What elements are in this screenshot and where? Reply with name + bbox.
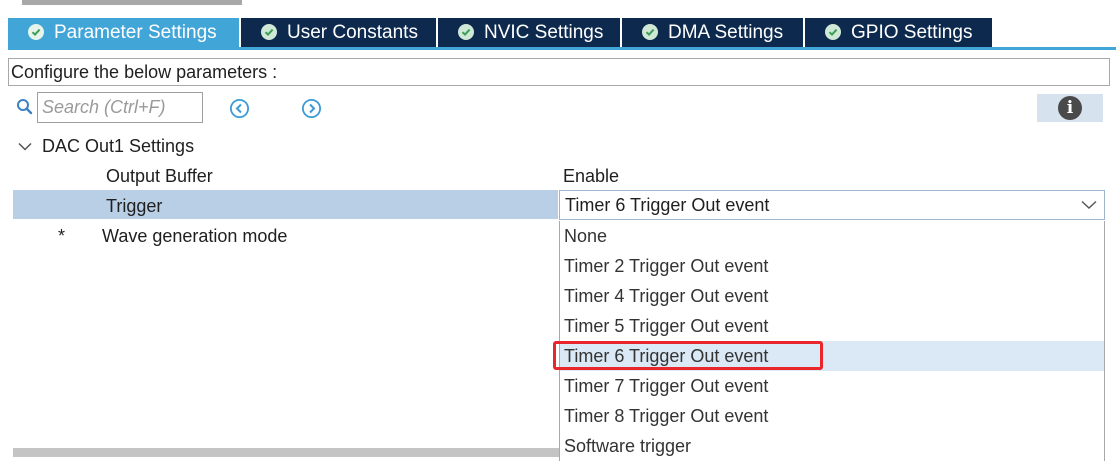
group-dac-out1-settings[interactable]: DAC Out1 Settings xyxy=(18,134,194,158)
dropdown-option[interactable]: Timer 7 Trigger Out event xyxy=(560,371,1104,401)
check-circle-icon xyxy=(458,24,474,40)
tab-dma-settings[interactable]: DMA Settings xyxy=(622,18,803,48)
info-icon: i xyxy=(1058,96,1082,120)
wave-generation-mode-label: Wave generation mode xyxy=(102,226,288,246)
dropdown-option[interactable]: Timer 5 Trigger Out event xyxy=(560,311,1104,341)
dropdown-option[interactable]: None xyxy=(560,221,1104,251)
trigger-select[interactable]: Timer 6 Trigger Out event xyxy=(559,190,1105,220)
tab-label: DMA Settings xyxy=(668,22,784,43)
tab-parameter-settings[interactable]: Parameter Settings xyxy=(8,18,239,48)
trigger-selected-value: Timer 6 Trigger Out event xyxy=(565,195,770,215)
info-button[interactable]: i xyxy=(1037,94,1103,122)
chevron-left-circle-icon[interactable] xyxy=(229,98,250,124)
tab-gpio-settings[interactable]: GPIO Settings xyxy=(805,18,992,48)
chevron-down-icon xyxy=(18,142,32,151)
required-marker: * xyxy=(58,226,66,246)
tab-underline xyxy=(8,47,1116,50)
tab-label: NVIC Settings xyxy=(484,22,604,43)
configure-parameters-label: Configure the below parameters : xyxy=(8,58,1110,86)
trigger-label: Trigger xyxy=(106,196,163,216)
horizontal-scrollbar[interactable] xyxy=(13,448,559,457)
search-icon xyxy=(16,98,34,121)
tab-nvic-settings[interactable]: NVIC Settings xyxy=(438,18,620,48)
tab-label: User Constants xyxy=(287,22,418,43)
dropdown-option[interactable]: Timer 2 Trigger Out event xyxy=(560,251,1104,281)
trigger-row[interactable] xyxy=(13,190,558,219)
dropdown-option[interactable]: Timer 8 Trigger Out event xyxy=(560,401,1104,431)
tab-label: GPIO Settings xyxy=(851,22,973,43)
chevron-down-icon xyxy=(1081,200,1097,209)
group-label: DAC Out1 Settings xyxy=(42,136,195,156)
check-circle-icon xyxy=(825,24,841,40)
check-circle-icon xyxy=(642,24,658,40)
check-circle-icon xyxy=(261,24,277,40)
check-circle-icon xyxy=(28,24,44,40)
window-top-bar xyxy=(22,0,242,5)
output-buffer-value[interactable]: Enable xyxy=(563,164,619,188)
annotation-highlight-box xyxy=(553,341,823,370)
search-input[interactable] xyxy=(37,92,203,123)
tab-label: Parameter Settings xyxy=(54,22,217,43)
tab-strip: Parameter Settings User Constants NVIC S… xyxy=(8,18,1116,48)
chevron-right-circle-icon[interactable] xyxy=(301,98,322,124)
tab-user-constants[interactable]: User Constants xyxy=(241,18,436,48)
output-buffer-label: Output Buffer xyxy=(106,166,213,186)
dropdown-option[interactable]: Timer 4 Trigger Out event xyxy=(560,281,1104,311)
